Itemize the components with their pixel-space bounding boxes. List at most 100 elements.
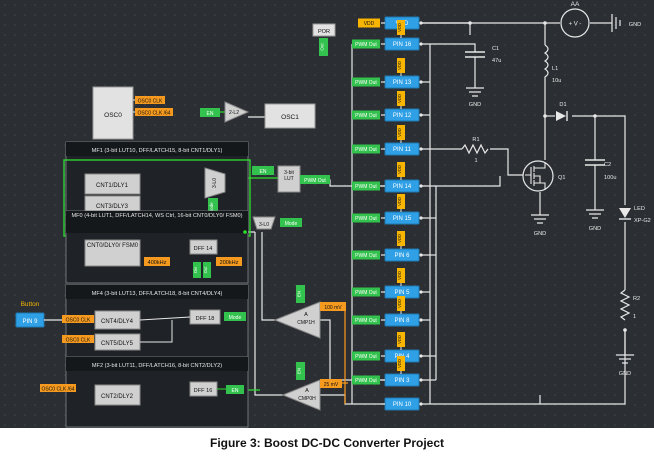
c2-value: 100u bbox=[604, 175, 616, 181]
c1-name: C1 bbox=[492, 46, 499, 52]
buffer-2l2-label: 2-L2 bbox=[229, 110, 239, 116]
macrocell-mf0[interactable]: MF0 (4-bit LUT1, DFF/LATCH14, WS Ctrl, 1… bbox=[65, 210, 249, 284]
svg-text:GND: GND bbox=[589, 226, 601, 232]
macrocell-mf2[interactable]: MF2 (3-bit LUT11, DFF/LATCH16, 8-bit CNT… bbox=[65, 356, 249, 428]
cmp0h-en-tag: EN bbox=[296, 362, 305, 380]
pin9-label: PIN 9 bbox=[22, 319, 38, 325]
pwm-out-tag: PWM Out bbox=[352, 110, 380, 120]
c1-value: 47u bbox=[492, 58, 501, 64]
cmp1h-label: CMP1H bbox=[297, 320, 315, 326]
cnt0-block[interactable]: CNT0/DLY0/ FSM0 bbox=[84, 239, 141, 267]
pin-label: PIN 5 bbox=[394, 290, 410, 296]
svg-text:VDD: VDD bbox=[397, 61, 402, 70]
svg-text:PWM Out: PWM Out bbox=[355, 354, 377, 360]
svg-text:OSC0 CLK /64: OSC0 CLK /64 bbox=[41, 387, 74, 393]
button-clk-tag-1: OSC0 CLK bbox=[62, 315, 94, 324]
cnt5-label: CNT5/DLY5 bbox=[101, 341, 134, 347]
mf4-mode-tag: Mode bbox=[224, 312, 246, 321]
svg-text:PWM Out: PWM Out bbox=[355, 184, 377, 190]
battery-symbol: + V - bbox=[569, 22, 582, 28]
lut-3l0-label: 3-L0 bbox=[259, 222, 269, 228]
por-out-tag: Out bbox=[319, 38, 328, 56]
svg-text:VDD: VDD bbox=[397, 165, 402, 174]
mf1-lut-label: 3-L0 bbox=[212, 178, 218, 188]
svg-text:GND: GND bbox=[534, 231, 546, 237]
lut-top-en-tag: EN bbox=[252, 166, 274, 175]
r2-name: R2 bbox=[633, 296, 640, 302]
svg-text:100 mV: 100 mV bbox=[324, 305, 342, 311]
lut-3l0-block[interactable]: 3-L0 bbox=[252, 216, 276, 230]
svg-text:PWM Out: PWM Out bbox=[304, 178, 326, 184]
svg-text:VDD: VDD bbox=[397, 197, 402, 206]
por-label: POR bbox=[318, 29, 330, 35]
cmp0h-label: CMP0H bbox=[298, 396, 316, 402]
pin-label: PIN 10 bbox=[393, 402, 412, 408]
svg-text:PWM Out: PWM Out bbox=[355, 318, 377, 324]
osc0-label: OSC0 bbox=[104, 112, 122, 119]
pwm-out-tag: PWM Out bbox=[352, 315, 380, 325]
dff14-block[interactable]: DFF 14 bbox=[189, 239, 218, 255]
por-block[interactable]: POR bbox=[312, 23, 336, 37]
svg-text:A: A bbox=[305, 388, 309, 394]
pwm-out-tag: PWM Out bbox=[352, 287, 380, 297]
pwm-out-tag: PWM Out bbox=[352, 351, 380, 361]
pin-pin-10[interactable]: PIN 10 bbox=[381, 397, 423, 411]
svg-text:PWM Out: PWM Out bbox=[355, 216, 377, 222]
osc1-label: OSC1 bbox=[281, 114, 299, 121]
svg-text:VDD: VDD bbox=[397, 94, 402, 103]
vdd-tag: VDD bbox=[358, 18, 380, 28]
cnt5-block[interactable]: CNT5/DLY5 bbox=[94, 333, 141, 351]
pwm-out-tag: PWM Out bbox=[352, 77, 380, 87]
svg-text:25 mV: 25 mV bbox=[324, 382, 339, 388]
dff16-block[interactable]: DFF 16 bbox=[189, 381, 218, 397]
svg-text:VDD: VDD bbox=[397, 359, 402, 368]
mf2-clk64-tag: OSC0 CLK /64 bbox=[40, 384, 76, 393]
cnt4-block[interactable]: CNT4/DLY4 bbox=[94, 310, 141, 330]
pwm-out-tag: PWM Out bbox=[352, 213, 380, 223]
freq-400khz-tag: 400kHz bbox=[144, 257, 170, 266]
mf1-header: MF1 (3-bit LUT10, DFF/LATCH15, 8-bit CNT… bbox=[92, 148, 223, 154]
pwm-out-tag: PWM Out bbox=[352, 250, 380, 260]
mf0-header: MF0 (4-bit LUT1, DFF/LATCH14, WS Ctrl, 1… bbox=[71, 213, 243, 219]
l1-value: 10u bbox=[552, 78, 561, 84]
pin-label: PIN 6 bbox=[394, 253, 410, 259]
svg-text:VDD: VDD bbox=[397, 234, 402, 243]
svg-text:OSC0 CLK /64: OSC0 CLK /64 bbox=[137, 111, 170, 117]
cmp1h-en-tag: EN bbox=[296, 285, 305, 303]
svg-text:EN: EN bbox=[297, 368, 302, 374]
svg-text:400kHz: 400kHz bbox=[148, 260, 167, 266]
schematic-canvas: MF1 (3-bit LUT10, DFF/LATCH15, 8-bit CNT… bbox=[0, 0, 654, 428]
svg-text:OSC0 CLK: OSC0 CLK bbox=[66, 338, 91, 344]
dff18-label: DFF 18 bbox=[196, 316, 215, 322]
r1-name: R1 bbox=[472, 137, 479, 143]
pin-label: PIN 16 bbox=[393, 42, 412, 48]
svg-text:Div: Div bbox=[193, 266, 198, 273]
mf2-en-tag: EN bbox=[226, 385, 244, 394]
button-clk-tag-2: OSC0 CLK bbox=[62, 335, 94, 344]
cmp0h-ref-tag: 25 mV bbox=[320, 379, 342, 388]
dff14-label: DFF 14 bbox=[194, 246, 213, 252]
osc1-en-tag: EN bbox=[200, 108, 220, 117]
cnt2-block[interactable]: CNT2/DLY2 bbox=[94, 384, 141, 406]
pin-vdd[interactable]: VDD VDD bbox=[358, 16, 423, 30]
pin9[interactable]: PIN 9 bbox=[15, 312, 45, 328]
svg-text:GND: GND bbox=[469, 102, 481, 108]
lut-top-block[interactable]: 3-bit LUT bbox=[277, 165, 301, 193]
svg-text:PWM Out: PWM Out bbox=[355, 113, 377, 119]
lut-top-pwm-out-tag: PWM Out bbox=[300, 175, 330, 184]
osc1-block[interactable]: OSC1 bbox=[264, 103, 316, 129]
svg-text:VDD: VDD bbox=[397, 128, 402, 137]
cnt0-label: CNT0/DLY0/ FSM0 bbox=[86, 243, 139, 249]
cnt1-block[interactable]: CNT1/DLY1 bbox=[84, 173, 141, 195]
pwm-out-tag: PWM Out bbox=[352, 375, 380, 385]
svg-text:Mode: Mode bbox=[229, 315, 242, 321]
lut-3l0-mode-tag: Mode bbox=[280, 218, 302, 227]
cnt3-label: CNT3/DLY3 bbox=[96, 204, 129, 210]
dff18-block[interactable]: DFF 18 bbox=[189, 309, 221, 325]
svg-text:Out: Out bbox=[320, 43, 325, 51]
led-name: LED bbox=[634, 206, 645, 212]
d1-name: D1 bbox=[559, 102, 566, 108]
svg-text:PWM Out: PWM Out bbox=[355, 290, 377, 296]
svg-text:A: A bbox=[304, 312, 308, 318]
osc0-clk64-tag: OSC0 CLK /64 bbox=[135, 108, 173, 117]
